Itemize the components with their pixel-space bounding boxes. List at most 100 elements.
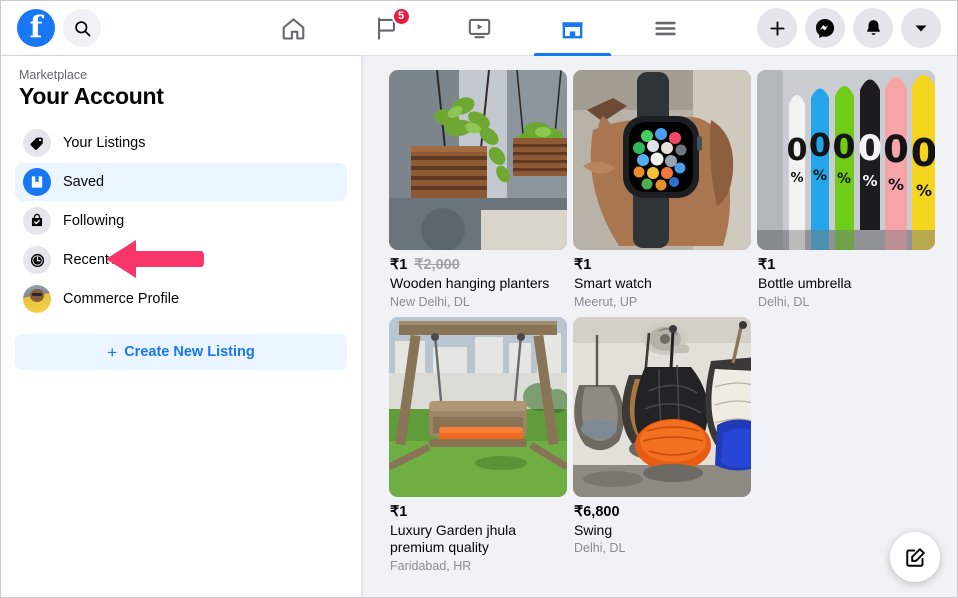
listing-location: Meerut, UP [574, 294, 638, 309]
svg-text:0: 0 [833, 127, 856, 166]
umbrella-blue: 0 % [809, 88, 831, 230]
sidebar-item-label: Recent Activity [63, 252, 159, 268]
listing-price-row: ₹1 [574, 257, 750, 273]
topbar-action-buttons [757, 8, 941, 48]
listing-price: ₹1 [574, 257, 592, 273]
svg-text:%: % [888, 175, 904, 194]
listing-price: ₹1 [390, 503, 408, 520]
svg-text:0: 0 [787, 133, 808, 168]
umbrella-green: 0 % [833, 86, 856, 230]
pages-badge: 5 [391, 7, 411, 26]
tab-home[interactable] [247, 1, 340, 56]
create-new-listing-label: Create New Listing [124, 344, 255, 360]
page-title: Your Account [19, 83, 164, 109]
sidebar-item-saved[interactable]: Saved [15, 163, 347, 201]
plus-icon: + [107, 342, 118, 362]
sidebar-item-following[interactable]: Following [15, 202, 347, 240]
listing-card[interactable]: 0 % 0 % 0 % 0 % 0 % 0 % ₹1 Bottle umbrel… [757, 70, 935, 309]
account-menu-button[interactable] [901, 8, 941, 48]
listing-thumbnail[interactable]: 0 % 0 % 0 % 0 % 0 % 0 % [757, 70, 935, 250]
listing-card[interactable]: ₹1 ₹2,000 Wooden hanging planters New De… [389, 70, 567, 309]
listing-price: ₹1 [758, 257, 776, 273]
listing-location: Delhi, DL [758, 294, 810, 309]
left-planter [411, 146, 487, 198]
tab-pages[interactable]: 5 [340, 1, 433, 56]
bell-icon [866, 19, 880, 35]
notifications-button[interactable] [853, 8, 893, 48]
top-navigation-bar: 5 [1, 1, 957, 56]
listing-meta: ₹1 ₹2,000 Wooden hanging planters New De… [389, 250, 567, 309]
video-icon [468, 18, 490, 39]
wooden-hanging-planters-photo [389, 70, 567, 250]
listing-price-row: ₹1 [758, 257, 934, 273]
svg-text:0: 0 [883, 128, 909, 171]
listing-card[interactable]: ₹6,800 Swing Delhi, DL [573, 316, 751, 573]
hanging-egg-chairs-photo [573, 316, 751, 497]
create-new-listing-button[interactable]: + Create New Listing [15, 334, 347, 370]
messenger-icon [815, 19, 835, 39]
svg-text:%: % [916, 181, 932, 200]
listing-card[interactable]: ₹1 Smart watch Meerut, UP [573, 70, 751, 309]
facebook-logo[interactable] [17, 9, 55, 47]
listing-thumbnail[interactable] [573, 70, 751, 250]
listing-price: ₹1 [390, 257, 408, 273]
sidebar-item-label: Following [63, 213, 125, 229]
svg-text:%: % [813, 168, 827, 184]
listing-price-row: ₹1 ₹2,000 [390, 257, 566, 273]
sidebar-item-label: Commerce Profile [63, 291, 180, 307]
sidebar-item-commerce-profile[interactable]: Commerce Profile [15, 280, 347, 318]
garden-swing-orange-cushion-photo [389, 316, 567, 497]
svg-text:0: 0 [858, 129, 882, 169]
listing-location: New Delhi, DL [390, 294, 470, 309]
tab-marketplace[interactable] [526, 1, 619, 56]
listing-original-price: ₹2,000 [414, 257, 460, 273]
sidebar-item-label: Saved [63, 174, 105, 190]
svg-text:0: 0 [911, 131, 935, 175]
listing-location: Faridabad, HR [390, 558, 472, 573]
sidebar-item-recent-activity[interactable]: Recent Activity [15, 241, 347, 279]
sidebar-item-your-listings[interactable]: Your Listings [15, 124, 347, 162]
smart-watch-in-hand-photo [573, 70, 751, 250]
svg-text:%: % [837, 171, 851, 187]
tab-watch[interactable] [433, 1, 526, 56]
listing-price-row: ₹1 [390, 504, 566, 520]
listing-thumbnail[interactable] [389, 316, 567, 497]
search-button[interactable] [63, 9, 101, 47]
umbrella-pink: 0 % [883, 77, 909, 230]
main-body: Marketplace Your Account Your Listings S… [1, 56, 957, 597]
compose-listing-fab[interactable] [890, 532, 940, 582]
breadcrumb: Marketplace [19, 68, 88, 82]
umbrella-black: 0 % [858, 79, 882, 230]
right-planter [513, 138, 567, 176]
svg-text:%: % [862, 172, 877, 190]
tab-menu[interactable] [619, 1, 712, 56]
svg-text:%: % [790, 171, 803, 186]
umbrella-yellow: 0 % [911, 75, 935, 230]
chevron-down-icon [915, 25, 927, 32]
user-avatar [23, 285, 51, 313]
listings-grid: ₹1 ₹2,000 Wooden hanging planters New De… [389, 70, 957, 573]
bookmark-icon [23, 168, 51, 196]
price-tag-icon [23, 129, 51, 157]
clock-icon [23, 246, 51, 274]
listing-meta: ₹1 Smart watch Meerut, UP [573, 250, 751, 309]
listing-title: Smart watch [574, 275, 652, 291]
listing-thumbnail[interactable] [389, 70, 567, 250]
home-icon [282, 18, 304, 40]
sidebar-nav-list: Your Listings Saved Following Recent Act… [15, 124, 347, 318]
listing-price: ₹6,800 [574, 503, 620, 520]
svg-text:0: 0 [809, 126, 831, 164]
listing-thumbnail[interactable] [573, 316, 751, 497]
messenger-button[interactable] [805, 8, 845, 48]
listing-card[interactable]: ₹1 Luxury Garden jhula premium quality F… [389, 316, 567, 573]
shopping-bag-check-icon [23, 207, 51, 235]
listing-title: Bottle umbrella [758, 275, 852, 291]
saved-listings-panel: ₹1 ₹2,000 Wooden hanging planters New De… [361, 56, 957, 597]
listing-title: Swing [574, 521, 613, 538]
listing-title: Wooden hanging planters [390, 275, 550, 291]
marketplace-store-icon [561, 22, 583, 39]
topbar-left-group [17, 9, 192, 47]
facebook-marketplace-window: 5 [0, 0, 958, 598]
create-button[interactable] [757, 8, 797, 48]
umbrella-white: 0 % [787, 95, 808, 230]
